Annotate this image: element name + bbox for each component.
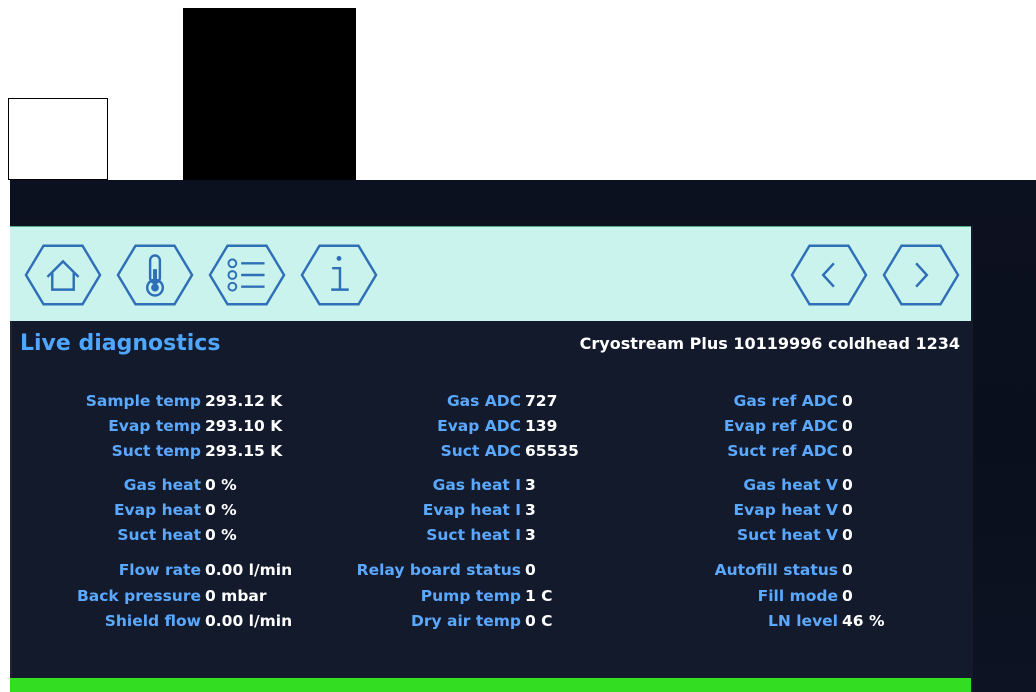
diag-value-cell: 0 <box>842 587 1012 607</box>
diag-label: LN level <box>768 612 838 630</box>
chevron-right-icon <box>882 244 960 306</box>
diag-row-col3: Suct ref ADC <box>0 442 838 462</box>
diag-value: 0 <box>842 501 853 519</box>
diag-value: 0 <box>842 392 853 410</box>
diag-label: Suct ref ADC <box>727 442 838 460</box>
temperature-button[interactable] <box>116 243 194 307</box>
diag-value-cell: 0 <box>842 501 1012 521</box>
home-icon <box>24 244 102 306</box>
diag-value-cell: 0 <box>842 392 1012 412</box>
status-bar <box>10 678 971 692</box>
diag-row-col3: Autofill status <box>0 561 838 581</box>
diag-label: Autofill status <box>714 561 838 579</box>
diag-value-cell: 0 <box>842 526 1012 546</box>
diag-row-col3: Fill mode <box>0 587 838 607</box>
thermometer-icon <box>116 244 194 306</box>
diag-row-col3: Suct heat V <box>0 526 838 546</box>
diag-row-col3: Evap ref ADC <box>0 417 838 437</box>
diag-value-cell: 0 <box>842 417 1012 437</box>
diag-label: Gas heat V <box>743 476 838 494</box>
list-icon <box>208 244 286 306</box>
diag-value: 0 <box>842 587 853 605</box>
diag-value: 0 <box>842 417 853 435</box>
list-button[interactable] <box>208 243 286 307</box>
info-icon <box>300 244 378 306</box>
redaction-box-white <box>8 98 108 180</box>
device-info: Cryostream Plus 10119996 coldhead 1234 <box>579 334 960 353</box>
diag-label: Fill mode <box>757 587 838 605</box>
info-button[interactable] <box>300 243 378 307</box>
diag-value-cell: 0 <box>842 442 1012 462</box>
diag-value-cell: 0 <box>842 561 1012 581</box>
diag-value: 46 % <box>842 612 885 630</box>
diag-value: 0 <box>842 526 853 544</box>
previous-button[interactable] <box>790 243 868 307</box>
chevron-left-icon <box>790 244 868 306</box>
diag-row-col3: Gas ref ADC <box>0 392 838 412</box>
diag-value: 0 <box>842 561 853 579</box>
diag-value: 0 <box>842 442 853 460</box>
next-button[interactable] <box>882 243 960 307</box>
page-title: Live diagnostics <box>20 331 221 356</box>
photo-frame: Live diagnostics Cryostream Plus 1011999… <box>0 0 1036 692</box>
diag-value: 0 <box>842 476 853 494</box>
diag-row-col3: LN level <box>0 612 838 632</box>
diag-row-col3: Gas heat V <box>0 476 838 496</box>
diag-row-col3: Evap heat V <box>0 501 838 521</box>
diag-label: Evap heat V <box>733 501 838 519</box>
diag-label: Evap ref ADC <box>723 417 838 435</box>
diag-label: Gas ref ADC <box>733 392 838 410</box>
diag-label: Suct heat V <box>737 526 838 544</box>
diag-value-cell: 0 <box>842 476 1012 496</box>
redaction-block-black <box>183 8 356 183</box>
home-button[interactable] <box>24 243 102 307</box>
diag-value-cell: 46 % <box>842 612 1012 632</box>
